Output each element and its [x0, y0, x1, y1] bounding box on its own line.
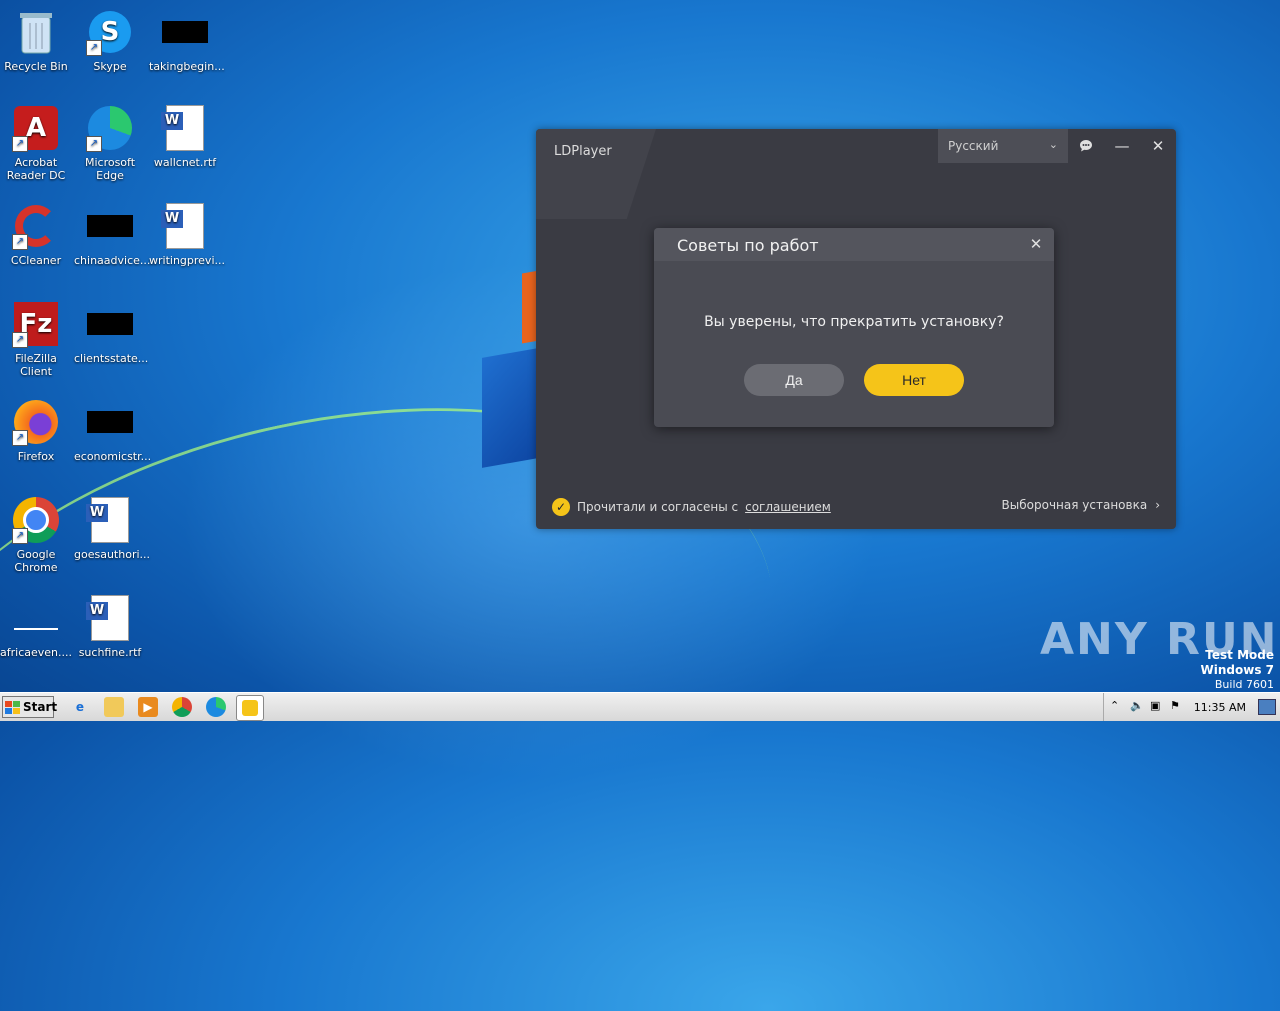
show-hidden-icons-icon[interactable]: ⌃: [1110, 699, 1119, 712]
word-document-icon: W: [86, 496, 134, 544]
media-player-icon[interactable]: ▶: [138, 697, 158, 717]
desktop-icon-acrobat[interactable]: A ↗ Acrobat Reader DC: [0, 104, 72, 182]
chevron-right-icon: ›: [1155, 498, 1160, 512]
word-document-icon: W: [161, 202, 209, 250]
desktop-icon-firefox[interactable]: ↗ Firefox: [0, 398, 72, 463]
chevron-down-icon: ⌄: [1048, 138, 1058, 151]
redacted-file-icon: [86, 300, 134, 348]
minimize-button[interactable]: —: [1110, 135, 1134, 157]
no-button[interactable]: Нет: [864, 364, 964, 396]
start-label: Start: [23, 700, 58, 714]
edge-taskbar-icon[interactable]: [206, 697, 226, 717]
skype-icon: S ↗: [86, 8, 134, 56]
agreement-text: Прочитали и согласены с: [577, 500, 739, 514]
test-mode-line1: Test Mode: [1205, 648, 1274, 662]
language-value: Русский: [948, 139, 999, 153]
close-button[interactable]: ✕: [1146, 135, 1170, 157]
feedback-chat-icon[interactable]: [1074, 135, 1098, 157]
custom-install-button[interactable]: Выборочная установка ›: [1002, 498, 1160, 512]
dialog-title: Советы по работ: [677, 236, 819, 255]
agreement-link[interactable]: соглашением: [745, 500, 831, 514]
edge-icon: ↗: [86, 104, 134, 152]
chrome-taskbar-icon[interactable]: [172, 697, 192, 717]
start-button[interactable]: Start: [2, 696, 58, 718]
redacted-file-icon: [161, 8, 209, 56]
yes-button[interactable]: Да: [744, 364, 844, 396]
desktop-icon-wallcnet[interactable]: W wallcnet.rtf: [149, 104, 221, 169]
desktop-icon-chinaadvice[interactable]: chinaadvice...: [74, 202, 150, 267]
ldplayer-icon: [242, 700, 258, 716]
window-title: LDPlayer: [554, 144, 612, 159]
desktop-icon-writingprevi[interactable]: W writingprevi...: [149, 202, 225, 267]
desktop-icon-suchfine[interactable]: W suchfine.rtf: [74, 594, 146, 659]
agreement-row: ✓ Прочитали и согласены с соглашением: [552, 498, 831, 516]
word-document-icon: W: [161, 104, 209, 152]
desktop-icon-skype[interactable]: S ↗ Skype: [74, 8, 146, 73]
desktop-icon-filezilla[interactable]: Fz ↗ FileZilla Client: [0, 300, 72, 378]
desktop-icon-economicstr[interactable]: economicstr...: [74, 398, 151, 463]
agreement-checkbox[interactable]: ✓: [552, 498, 570, 516]
redacted-file-icon: [86, 202, 134, 250]
test-mode-line2: Windows 7: [1200, 663, 1274, 677]
network-icon[interactable]: ▣: [1150, 699, 1160, 712]
custom-install-label: Выборочная установка: [1001, 498, 1148, 512]
ccleaner-icon: ↗: [12, 202, 60, 250]
desktop-icon-ccleaner[interactable]: ↗ CCleaner: [0, 202, 72, 267]
action-center-flag-icon[interactable]: ⚑: [1170, 699, 1180, 712]
taskbar: Start e ▶ ⌃ 🔈 ▣ ⚑ 11:35 AM: [0, 692, 1280, 721]
desktop-icon-recycle-bin[interactable]: Recycle Bin: [0, 8, 72, 73]
firefox-icon: ↗: [12, 398, 60, 446]
desktop-icon-africaeven[interactable]: africaeven....: [0, 594, 72, 659]
title-decoration: [536, 129, 656, 219]
windows-flag-icon: [5, 700, 20, 714]
file-explorer-icon[interactable]: [104, 697, 124, 717]
recycle-bin-icon: [12, 8, 60, 56]
dialog-close-button[interactable]: ✕: [1026, 234, 1046, 254]
dialog-message: Вы уверены, что прекратить установку?: [704, 314, 1004, 330]
filezilla-icon: Fz ↗: [12, 300, 60, 348]
word-document-icon: W: [86, 594, 134, 642]
internet-explorer-icon[interactable]: e: [70, 697, 90, 717]
desktop-icon-takingbegin[interactable]: takingbegin...: [149, 8, 225, 73]
desktop-icon-edge[interactable]: ↗ Microsoft Edge: [74, 104, 146, 182]
chrome-icon: ↗: [12, 496, 60, 544]
redacted-file-icon: [86, 398, 134, 446]
system-tray: ⌃ 🔈 ▣ ⚑ 11:35 AM: [1103, 693, 1280, 721]
desktop-icon-goesauthori[interactable]: W goesauthori...: [74, 496, 150, 561]
desktop-icon-clientsstate[interactable]: clientsstate...: [74, 300, 148, 365]
volume-icon[interactable]: 🔈: [1130, 699, 1144, 712]
desktop-icon-chrome[interactable]: ↗ Google Chrome: [0, 496, 72, 574]
confirm-cancel-dialog: Советы по работ ✕ Вы уверены, что прекра…: [654, 228, 1054, 427]
file-icon: [12, 594, 60, 642]
ldplayer-taskbar-button[interactable]: [236, 695, 264, 721]
test-mode-notice: Test Mode Windows 7 Build 7601: [1201, 648, 1274, 692]
clock[interactable]: 11:35 AM: [1194, 701, 1246, 714]
acrobat-icon: A ↗: [12, 104, 60, 152]
language-select[interactable]: Русский ⌄: [938, 129, 1068, 163]
show-desktop-icon[interactable]: [1258, 699, 1276, 715]
test-mode-line3: Build 7601: [1214, 678, 1274, 691]
